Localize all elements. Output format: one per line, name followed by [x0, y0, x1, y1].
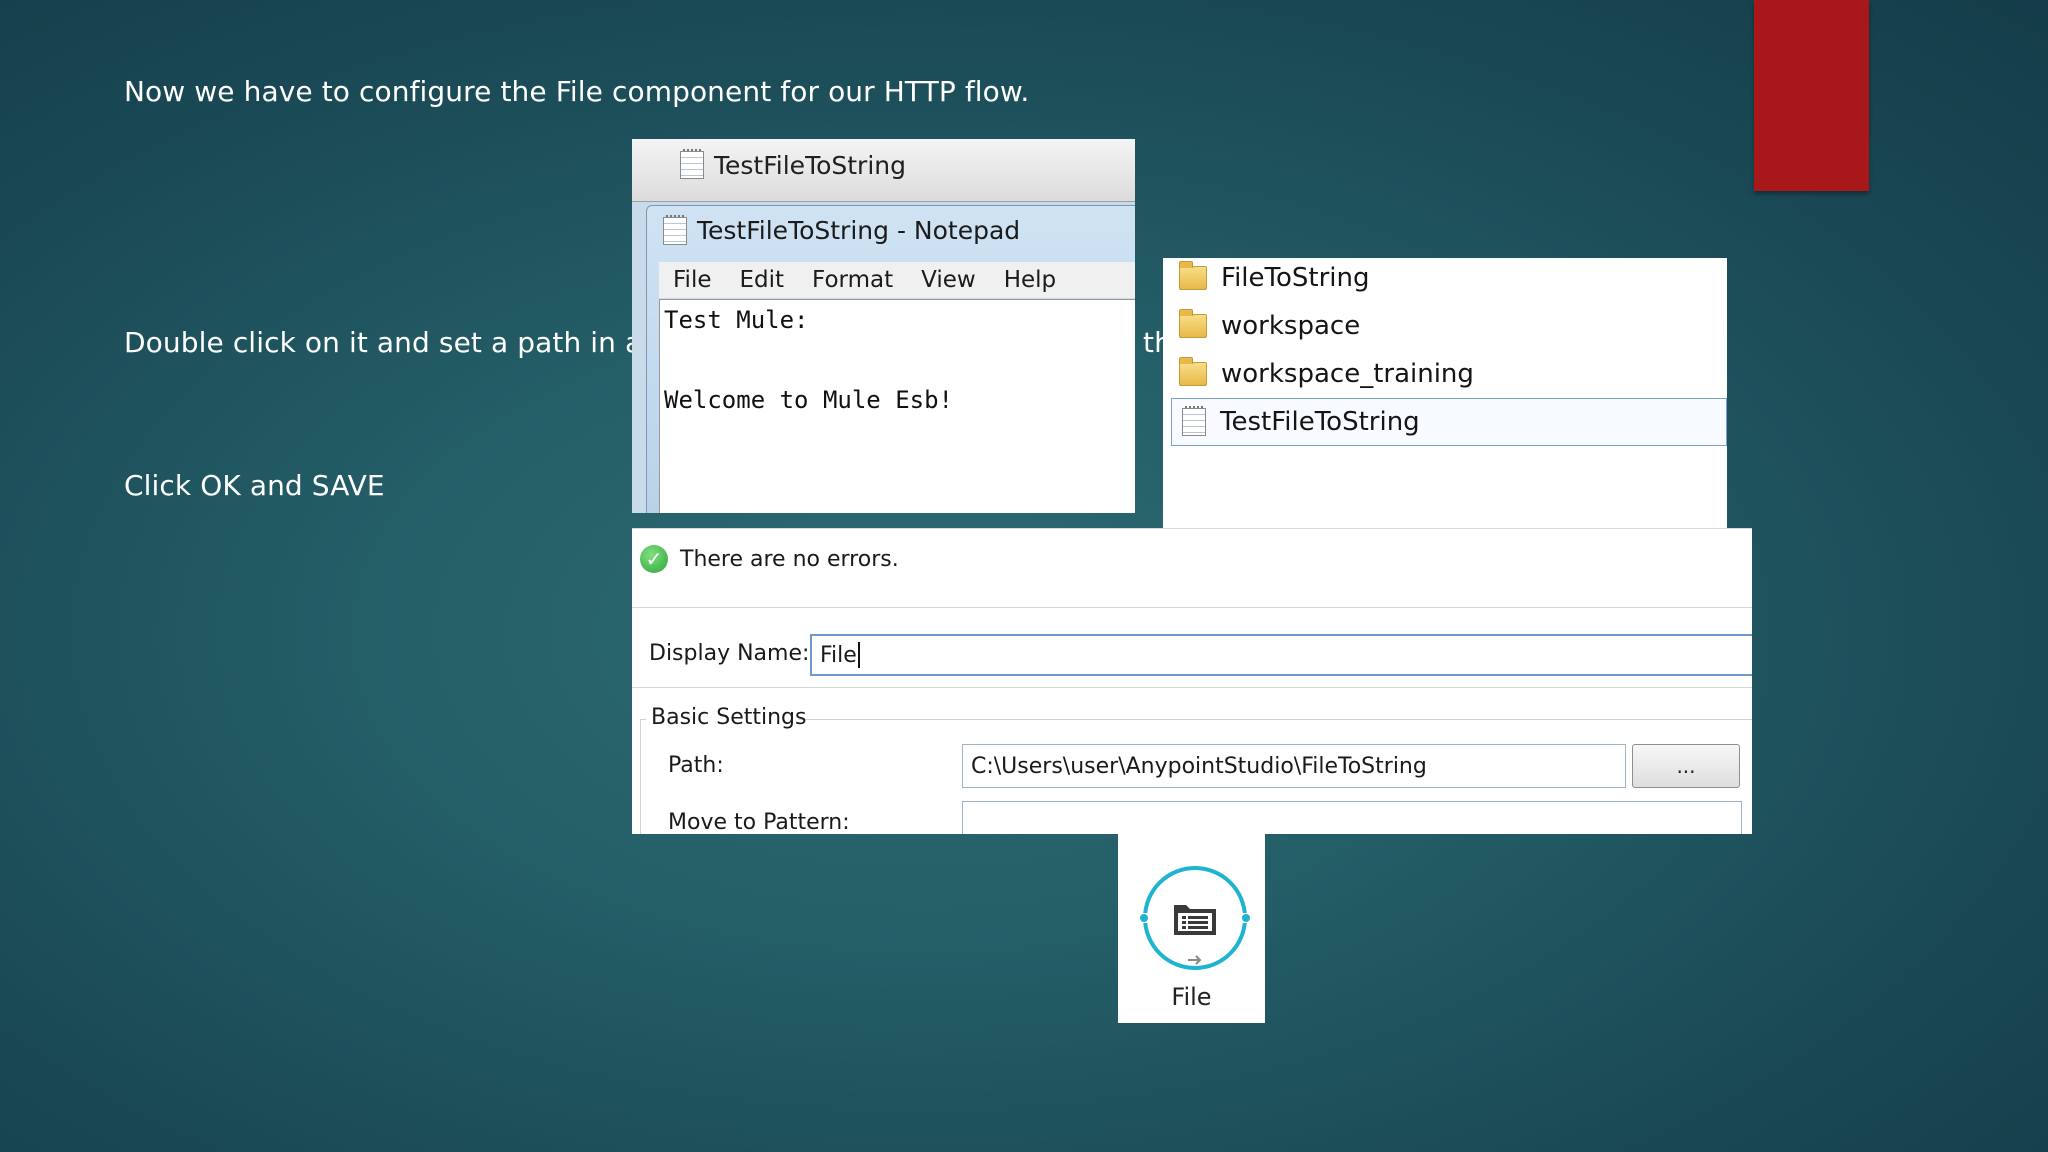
menu-file[interactable]: File [659, 267, 726, 293]
path-value: C:\Users\user\AnypointStudio\FileToStrin… [971, 753, 1427, 779]
display-name-label: Display Name: [649, 641, 810, 666]
file-component-label: File [1171, 983, 1212, 1011]
group-border [640, 719, 641, 834]
move-to-pattern-input[interactable] [962, 801, 1742, 834]
check-circle-icon: ✓ [640, 545, 668, 573]
validation-status: ✓ There are no errors. [640, 545, 899, 573]
notepad-text-area[interactable]: Test Mule: Welcome to Mule Esb! [659, 299, 1135, 513]
menu-view[interactable]: View [907, 267, 990, 293]
explorer-screenshot: FileToString workspace workspace_trainin… [1163, 258, 1727, 528]
notepad-window: TestFileToString - Notepad File Edit For… [646, 205, 1135, 513]
red-accent-bar [1754, 0, 1869, 191]
group-border [798, 719, 1752, 720]
explorer-item-label: FileToString [1221, 263, 1370, 293]
taskbar-tab-label: TestFileToString [714, 150, 906, 180]
properties-panel: ✓ There are no errors. Display Name: Fil… [632, 528, 1752, 834]
explorer-item-testfiletostring[interactable]: TestFileToString [1171, 398, 1727, 446]
browse-button[interactable]: ... [1632, 744, 1740, 788]
basic-settings-group-title: Basic Settings [651, 705, 807, 730]
display-name-input[interactable]: File [810, 634, 1752, 676]
folder-icon [1179, 357, 1207, 386]
notepad-line-3: Welcome to Mule Esb! [664, 386, 953, 414]
explorer-item-label: TestFileToString [1220, 407, 1420, 437]
divider [632, 607, 1752, 608]
explorer-item-workspace[interactable]: workspace [1179, 306, 1360, 346]
taskbar-tab[interactable]: TestFileToString [680, 145, 906, 185]
text-caret [857, 642, 860, 668]
display-name-value: File [820, 642, 857, 668]
text-file-icon [680, 149, 704, 179]
explorer-item-label: workspace [1221, 311, 1361, 341]
explorer-item-filetostring[interactable]: FileToString [1179, 258, 1369, 298]
slide-text-line-2: Double click on it and set a path in a l… [124, 326, 677, 359]
notepad-menubar: File Edit Format View Help [659, 262, 1135, 298]
file-component-tile[interactable]: File [1118, 833, 1265, 1023]
move-to-pattern-label: Move to Pattern: [668, 810, 850, 834]
path-input[interactable]: C:\Users\user\AnypointStudio\FileToStrin… [962, 744, 1626, 788]
folder-icon [1179, 309, 1207, 338]
explorer-item-label: workspace_training [1221, 359, 1474, 389]
slide-text-line-1: Now we have to configure the File compon… [124, 75, 1030, 108]
menu-format[interactable]: Format [798, 267, 907, 293]
taskbar: TestFileToString [632, 139, 1135, 202]
notepad-title-bar: TestFileToString - Notepad [663, 214, 1021, 245]
notepad-title: TestFileToString - Notepad [697, 216, 1021, 245]
slide-text-line-3: Click OK and SAVE [124, 469, 385, 502]
menu-edit[interactable]: Edit [726, 267, 799, 293]
notepad-line-1: Test Mule: [664, 306, 809, 334]
menu-help[interactable]: Help [990, 267, 1070, 293]
explorer-item-workspace-training[interactable]: workspace_training [1179, 354, 1474, 394]
notepad-screenshot: TestFileToString TestFileToString - Note… [632, 139, 1135, 513]
validation-status-text: There are no errors. [680, 546, 899, 572]
text-file-icon [1182, 406, 1206, 436]
divider [632, 687, 1752, 688]
notepad-icon [663, 214, 687, 245]
path-label: Path: [668, 753, 724, 778]
file-connector-icon [1138, 866, 1252, 970]
folder-icon [1179, 261, 1207, 290]
